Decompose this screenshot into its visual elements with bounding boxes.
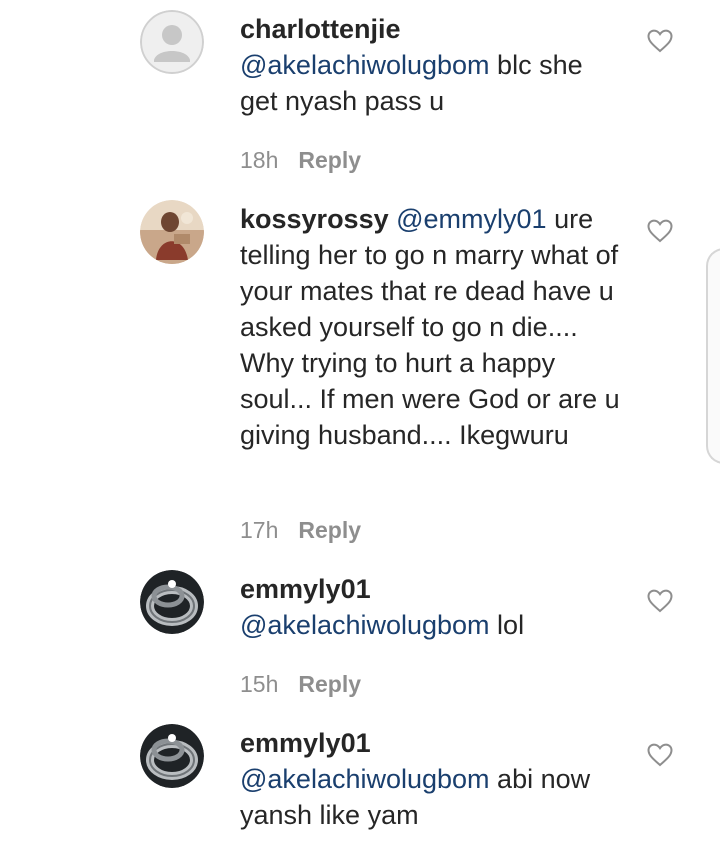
- avatar[interactable]: [140, 10, 204, 74]
- comment-meta: 17h Reply: [240, 517, 361, 544]
- heart-outline-icon[interactable]: [647, 743, 673, 767]
- comment-body: emmyly01 @akelachiwolugbom lol: [240, 571, 620, 643]
- reply-button[interactable]: Reply: [298, 671, 361, 697]
- comments-screen: charlottenjie @akelachiwolugbom blc she …: [0, 0, 720, 848]
- heart-outline-icon[interactable]: [647, 29, 673, 53]
- comment-text: ure telling her to go n marry what of yo…: [240, 204, 620, 450]
- heart-outline-icon[interactable]: [647, 589, 673, 613]
- comment-username[interactable]: kossyrossy: [240, 204, 389, 234]
- default-avatar-icon: [140, 10, 204, 74]
- comment-time: 18h: [240, 147, 279, 173]
- avatar[interactable]: [140, 570, 204, 634]
- reply-button[interactable]: Reply: [298, 517, 361, 543]
- heart-outline-icon[interactable]: [647, 219, 673, 243]
- comment-time: 17h: [240, 517, 279, 543]
- comment-body: kossyrossy @emmyly01 ure telling her to …: [240, 201, 620, 453]
- comment-username[interactable]: emmyly01: [240, 728, 371, 758]
- ring-avatar-icon: [140, 570, 204, 634]
- ring-avatar-icon: [140, 724, 204, 788]
- avatar[interactable]: [140, 724, 204, 788]
- photo-avatar-icon: [140, 200, 204, 264]
- comment-meta: 18h Reply: [240, 147, 361, 174]
- comment-meta: 15h Reply: [240, 671, 361, 698]
- comment-username[interactable]: emmyly01: [240, 574, 371, 604]
- side-panel-handle[interactable]: [706, 248, 720, 464]
- comment-text: lol: [489, 610, 525, 640]
- comment-mention[interactable]: @akelachiwolugbom: [240, 764, 490, 794]
- comment-time: 15h: [240, 671, 279, 697]
- comment-username[interactable]: charlottenjie: [240, 14, 401, 44]
- avatar[interactable]: [140, 200, 204, 264]
- reply-button[interactable]: Reply: [298, 147, 361, 173]
- comment-body: charlottenjie @akelachiwolugbom blc she …: [240, 11, 620, 119]
- comment-mention[interactable]: @akelachiwolugbom: [240, 610, 490, 640]
- comment-mention[interactable]: @emmyly01: [396, 204, 546, 234]
- comment-body: emmyly01 @akelachiwolugbom abi now yansh…: [240, 725, 620, 833]
- comment-mention[interactable]: @akelachiwolugbom: [240, 50, 490, 80]
